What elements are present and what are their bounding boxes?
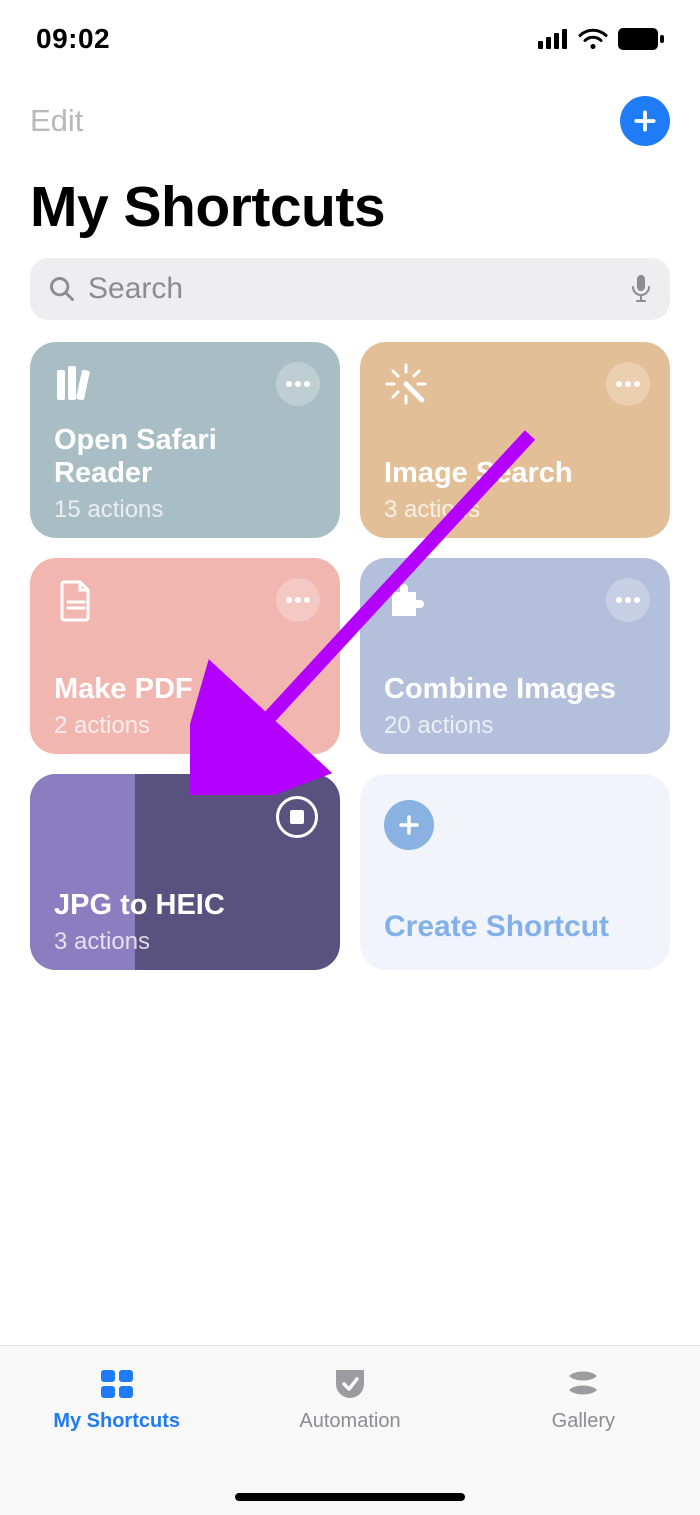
tile-sub: 3 actions	[54, 928, 150, 956]
grid-icon	[97, 1364, 137, 1404]
shortcut-tile-jpg-to-heic[interactable]: JPG to HEIC 3 actions	[30, 774, 340, 970]
books-icon	[54, 362, 98, 411]
home-indicator	[235, 1493, 465, 1501]
shortcut-tile-open-safari-reader[interactable]: Open Safari Reader 15 actions	[30, 342, 340, 538]
plus-icon	[384, 800, 434, 850]
cellular-icon	[538, 29, 568, 49]
tab-label: Automation	[299, 1410, 400, 1433]
tab-automation[interactable]: Automation	[233, 1346, 466, 1515]
add-shortcut-button[interactable]	[620, 96, 670, 146]
tile-label: Open Safari Reader	[54, 424, 320, 490]
shortcut-tile-make-pdf[interactable]: Make PDF 2 actions	[30, 558, 340, 754]
tile-sub: 20 actions	[384, 712, 493, 740]
tile-label: Combine Images	[384, 673, 650, 706]
plus-icon	[632, 108, 658, 134]
create-shortcut-tile[interactable]: Create Shortcut	[360, 774, 670, 970]
page-title: My Shortcuts	[0, 146, 700, 258]
search-bar[interactable]	[30, 258, 670, 320]
automation-icon	[330, 1364, 370, 1404]
wifi-icon	[578, 28, 608, 50]
status-time: 09:02	[36, 23, 110, 55]
create-label: Create Shortcut	[384, 910, 646, 944]
tab-bar: My Shortcuts Automation Gallery	[0, 1345, 700, 1515]
battery-icon	[618, 28, 664, 50]
wand-icon	[384, 362, 428, 411]
edit-button[interactable]: Edit	[30, 103, 83, 139]
more-icon[interactable]	[606, 578, 650, 622]
tab-label: Gallery	[552, 1410, 615, 1433]
search-input[interactable]	[88, 272, 618, 306]
tab-gallery[interactable]: Gallery	[467, 1346, 700, 1515]
tile-label: JPG to HEIC	[54, 889, 320, 922]
more-icon[interactable]	[276, 578, 320, 622]
gallery-icon	[563, 1364, 603, 1404]
status-indicators	[538, 28, 664, 50]
tile-label: Image Search	[384, 457, 650, 490]
doc-icon	[54, 578, 98, 627]
tile-sub: 3 actions	[384, 496, 480, 524]
puzzle-icon	[384, 578, 428, 627]
tab-label: My Shortcuts	[53, 1410, 180, 1433]
mic-icon[interactable]	[630, 274, 652, 304]
tab-my-shortcuts[interactable]: My Shortcuts	[0, 1346, 233, 1515]
status-bar: 09:02	[0, 0, 700, 60]
shortcut-tile-combine-images[interactable]: Combine Images 20 actions	[360, 558, 670, 754]
tile-sub: 15 actions	[54, 496, 163, 524]
tile-sub: 2 actions	[54, 712, 150, 740]
more-icon[interactable]	[276, 362, 320, 406]
more-icon[interactable]	[606, 362, 650, 406]
search-icon	[48, 275, 76, 303]
tile-label: Make PDF	[54, 673, 320, 706]
stop-icon[interactable]	[276, 796, 318, 838]
shortcut-tile-image-search[interactable]: Image Search 3 actions	[360, 342, 670, 538]
